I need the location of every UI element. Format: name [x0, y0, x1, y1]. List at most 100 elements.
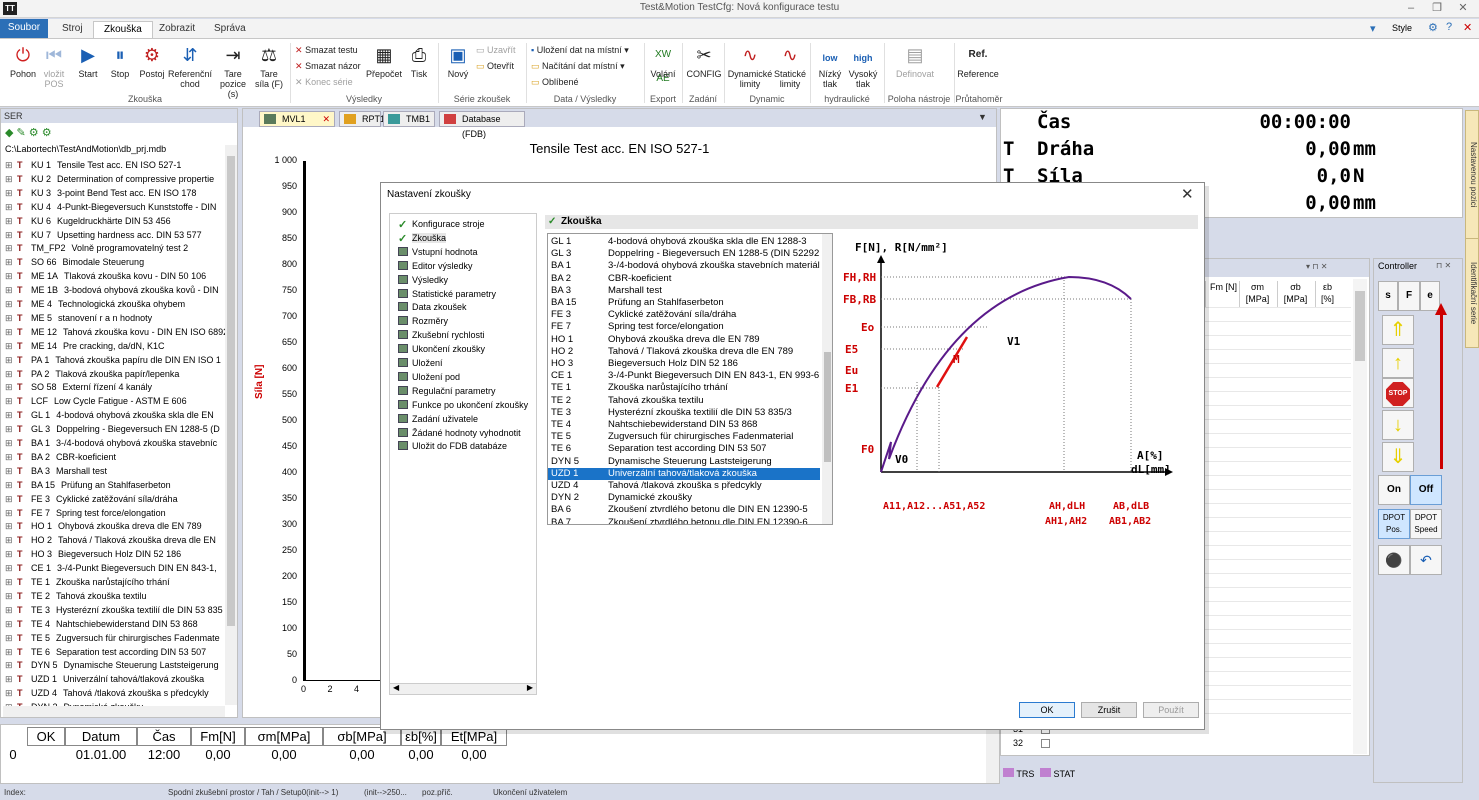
settings-tree-item[interactable]: Zkušební rychlosti: [398, 328, 485, 342]
result-column-header[interactable]: σb [MPa]: [1277, 281, 1313, 307]
test-list-row[interactable]: DYN 2 Dynamické zkoušky: [548, 492, 820, 504]
scroll-left-icon[interactable]: ◀: [393, 683, 399, 692]
expand-icon[interactable]: ⊞: [5, 339, 17, 353]
start-button[interactable]: ▶ Start: [74, 43, 102, 79]
test-list-row[interactable]: UZD 4 Tahová /tlaková zkouška s předcykly: [548, 480, 820, 492]
postoj-button[interactable]: ⚙ Postoj: [138, 43, 166, 79]
tree-item[interactable]: ⊞ T PA 1 Tahová zkouška papíru dle DIN EN I…: [5, 353, 225, 367]
test-list-row[interactable]: TE 5 Zugversuch für chirurgisches Fadenma…: [548, 431, 820, 443]
expand-icon[interactable]: ⊞: [5, 241, 17, 255]
test-list-row[interactable]: BA 7 Zkoušení ztvrdlého betonu dle DIN EN…: [548, 517, 820, 524]
tab-zobrazit[interactable]: Zobrazit: [149, 21, 205, 38]
expand-icon[interactable]: ⊞: [5, 603, 17, 617]
on-button[interactable]: On: [1378, 475, 1410, 505]
stop-button[interactable]: ⏸ Stop: [106, 43, 134, 79]
speed-slider[interactable]: [1440, 311, 1443, 469]
settings-tree-item[interactable]: ✓ Zkouška: [398, 231, 447, 245]
doc-tab-mvl1[interactable]: MVL1 ✕: [259, 111, 335, 127]
tree-item[interactable]: ⊞ T ME 14 Pre cracking, da/dN, K1C: [5, 339, 225, 353]
end-series-button[interactable]: ✕ Konec série: [295, 75, 353, 89]
expand-icon[interactable]: ⊞: [5, 380, 17, 394]
expand-icon[interactable]: ⊞: [5, 533, 17, 547]
static-limits-button[interactable]: ∿ Statické limity: [773, 43, 807, 89]
reference-button[interactable]: Ref. Reference: [956, 43, 1000, 79]
fast-up-button[interactable]: ⇑: [1382, 315, 1414, 345]
expand-icon[interactable]: ⊞: [5, 422, 17, 436]
expand-icon[interactable]: ⊞: [5, 255, 17, 269]
test-type-list[interactable]: GL 1 4-bodová ohybová zkouška skla dle EN…: [547, 233, 833, 525]
dpot-speed-button[interactable]: DPOT Speed: [1410, 509, 1442, 539]
tare-position-button[interactable]: ⇥ Tare pozice (s): [214, 43, 252, 99]
expand-icon[interactable]: ⊞: [5, 519, 17, 533]
expand-icon[interactable]: ⊞: [5, 575, 17, 589]
expand-icon[interactable]: ⊞: [5, 172, 17, 186]
expand-icon[interactable]: ⊞: [5, 617, 17, 631]
tree-item[interactable]: ⊞ T FE 3 Cyklické zatěžování síla/dráha: [5, 492, 225, 506]
minimize-icon[interactable]: –: [1400, 1, 1422, 16]
tree-item[interactable]: ⊞ T HO 1 Ohybová zkouška dreva dle EN 789: [5, 519, 225, 533]
load-local-button[interactable]: ▭ Načítání dat místní ▾: [531, 59, 625, 73]
dynamic-limits-button[interactable]: ∿ Dynamické limity: [727, 43, 773, 89]
tab-soubor[interactable]: Soubor: [0, 19, 48, 38]
test-list-row[interactable]: CE 1 3-/4-Punkt Biegeversuch DIN EN 843-1…: [548, 370, 820, 382]
tree-item[interactable]: ⊞ T SO 58 Externí řízení 4 kanály: [5, 380, 225, 394]
tree-item[interactable]: ⊞ T KU 2 Determination of compressive prope…: [5, 172, 225, 186]
tree-item[interactable]: ⊞ T GL 1 4-bodová ohybová zkouška skla dle …: [5, 408, 225, 422]
new-series-button[interactable]: ▣ Nový: [443, 43, 473, 79]
favorites-button[interactable]: ▭ Oblíbené: [531, 75, 579, 89]
fast-down-button[interactable]: ⇓: [1382, 442, 1414, 472]
tree-item[interactable]: ⊞ T ME 5 stanovení r a n hodnoty: [5, 311, 225, 325]
expand-icon[interactable]: ⊞: [5, 672, 17, 686]
expand-icon[interactable]: ⊞: [5, 492, 17, 506]
tab-zkouska[interactable]: Zkouška: [93, 21, 153, 38]
result-column-header[interactable]: εb [%]: [1315, 281, 1339, 307]
test-list-row[interactable]: TE 4 Nahtschiebewiderstand DIN 53 868: [548, 419, 820, 431]
tree-item[interactable]: ⊞ T TE 3 Hysterézní zkouška textilií dle DI…: [5, 603, 225, 617]
tab-dropdown-icon[interactable]: ▼: [978, 112, 987, 122]
delete-view-button[interactable]: ✕ Smazat názor: [295, 59, 361, 73]
side-tab-position[interactable]: Nastavenou pozici: [1465, 110, 1479, 240]
tree-item[interactable]: ⊞ T ME 1A Tlaková zkouška kovu - DIN 50 106: [5, 269, 225, 283]
test-list-row[interactable]: UZD 1 Univerzální tahová/tlaková zkouška: [548, 467, 820, 480]
settings-tree-item[interactable]: Rozměry: [398, 314, 448, 328]
expand-icon[interactable]: ⊞: [5, 436, 17, 450]
off-button[interactable]: Off: [1410, 475, 1442, 505]
tree-item[interactable]: ⊞ T TE 4 Nahtschiebewiderstand DIN 53 868: [5, 617, 225, 631]
settings-tree-item[interactable]: Editor výsledky: [398, 259, 473, 273]
tree-item[interactable]: ⊞ T HO 2 Tahová / Tlaková zkouška dreva dle…: [5, 533, 225, 547]
tab-trs[interactable]: TRS: [1003, 768, 1034, 779]
tree-item[interactable]: ⊞ T TM_FP2 Volně programovatelný test 2: [5, 241, 225, 255]
tree-item[interactable]: ⊞ T KU 7 Upsetting hardness acc. DIN 53 577: [5, 228, 225, 242]
tree-item[interactable]: ⊞ T TE 5 Zugversuch für chirurgisches Faden…: [5, 631, 225, 645]
tab-stat[interactable]: STAT: [1040, 768, 1075, 779]
dialog-close-icon[interactable]: ✕: [1181, 185, 1194, 203]
close-series-button[interactable]: ▭ Uzavřít: [476, 43, 516, 57]
ok-button[interactable]: OK: [1019, 702, 1075, 718]
settings-tree-item[interactable]: Ukončení zkoušky: [398, 342, 485, 356]
tree-item[interactable]: ⊞ T ME 1B 3-bodová ohybová zkouška kovů - D…: [5, 283, 225, 297]
settings-tree-item[interactable]: Data zkoušek: [398, 300, 467, 314]
expand-icon[interactable]: ⊞: [5, 186, 17, 200]
settings-tree-item[interactable]: Vstupní hodnota: [398, 245, 478, 259]
stop-control-button[interactable]: STOP: [1382, 378, 1414, 408]
test-list-row[interactable]: GL 1 4-bodová ohybová zkouška skla dle EN…: [548, 236, 820, 248]
panel-pin-icons[interactable]: ▾ ⊓ ✕: [1306, 262, 1327, 271]
close-icon[interactable]: ✕: [1452, 1, 1474, 16]
expand-icon[interactable]: ⊞: [5, 214, 17, 228]
up-button[interactable]: ↑: [1382, 348, 1414, 378]
tree-item[interactable]: ⊞ T GL 3 Doppelring - Biegeversuch EN 1288-…: [5, 422, 225, 436]
undo-icon[interactable]: ↶: [1410, 545, 1442, 575]
tree-item[interactable]: ⊞ T CE 1 3-/4-Punkt Biegeversuch DIN EN 843…: [5, 561, 225, 575]
tree-item[interactable]: ⊞ T UZD 4 Tahová /tlaková zkouška s předcyk…: [5, 686, 225, 700]
tree-item[interactable]: ⊞ T BA 2 CBR-koeficient: [5, 450, 225, 464]
settings-tree-item[interactable]: Statistické parametry: [398, 287, 496, 301]
test-list-row[interactable]: TE 1 Zkouška narůstajícího trhání: [548, 382, 820, 394]
low-pressure-button[interactable]: low Nízký tlak: [815, 43, 845, 89]
expand-icon[interactable]: ⊞: [5, 547, 17, 561]
grid-column-header[interactable]: Datum: [65, 727, 137, 746]
define-position-button[interactable]: ▤ Definovat: [892, 43, 938, 79]
apply-button[interactable]: Použít: [1143, 702, 1199, 718]
result-scrollbar-thumb[interactable]: [1355, 291, 1365, 361]
expand-icon[interactable]: ⊞: [5, 228, 17, 242]
tare-force-button[interactable]: ⚖ Tare síla (F): [254, 43, 284, 89]
